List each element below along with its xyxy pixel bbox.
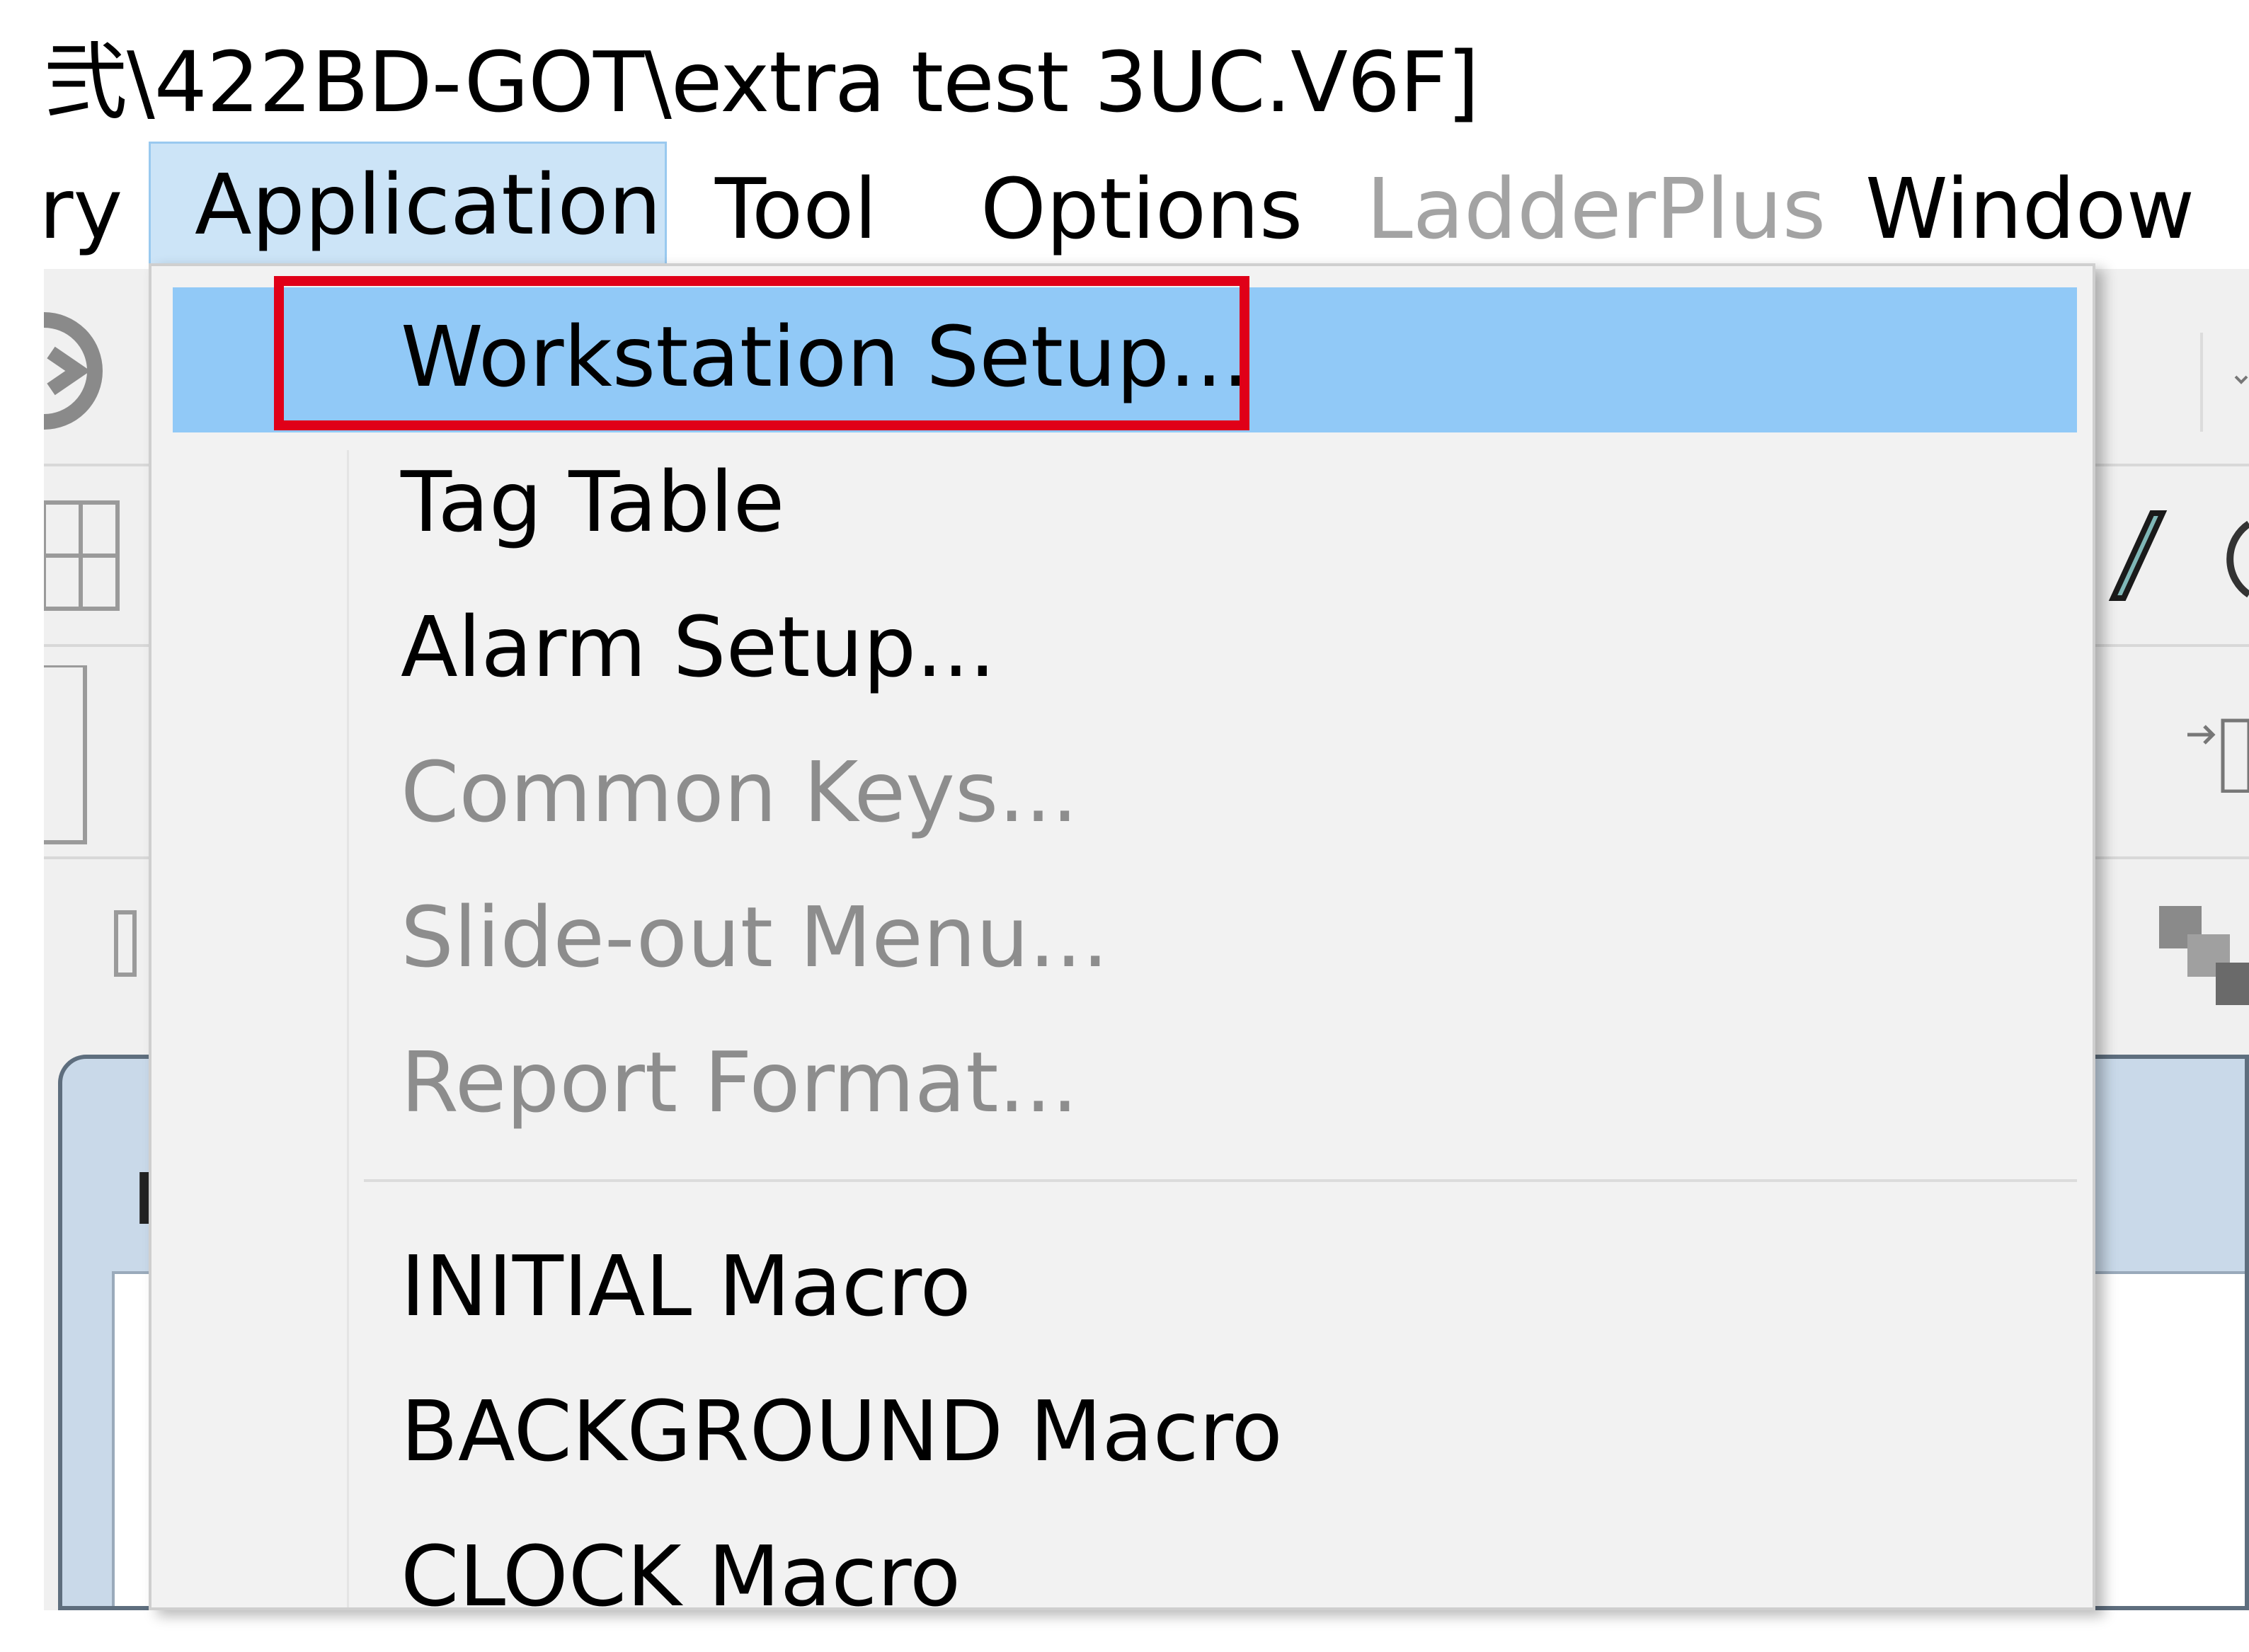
grid-icon[interactable] xyxy=(44,495,129,616)
menu-tool[interactable]: Tool xyxy=(715,156,877,262)
small-toolbar-icon[interactable] xyxy=(113,910,142,980)
menu-options[interactable]: Options xyxy=(980,156,1303,262)
menu-item-label: Report Format... xyxy=(401,1033,1079,1131)
menu-item-tag-table[interactable]: Tag Table xyxy=(173,432,2077,578)
toolbar-divider xyxy=(44,644,157,647)
menu-item-label: Common Keys... xyxy=(401,743,1078,841)
menu-item-clock-macro[interactable]: CLOCK Macro xyxy=(173,1507,2077,1652)
application-dropdown-menu: Workstation Setup... Tag Table Alarm Set… xyxy=(149,263,2095,1625)
menu-item-report-format[interactable]: Report Format... xyxy=(173,1013,2077,1158)
menu-item-slide-out-menu[interactable]: Slide-out Menu... xyxy=(173,868,2077,1013)
menu-separator xyxy=(364,1179,2077,1182)
menu-item-initial-macro[interactable]: INITIAL Macro xyxy=(173,1217,2077,1362)
annotation-highlight-box xyxy=(274,276,1249,430)
layers-icon[interactable] xyxy=(2152,899,2249,1012)
menu-history[interactable]: ry xyxy=(39,156,122,262)
ruler-icon[interactable] xyxy=(44,665,129,849)
menu-window[interactable]: Window xyxy=(1865,156,2194,262)
menu-item-label: Tag Table xyxy=(401,453,785,551)
toolbar-divider xyxy=(2095,464,2249,466)
menu-item-alarm-setup[interactable]: Alarm Setup... xyxy=(173,578,2077,723)
menu-ladderplus[interactable]: LadderPlus xyxy=(1366,156,1826,262)
parallelogram-icon[interactable] xyxy=(2085,495,2249,609)
arrow-right-icon[interactable] xyxy=(2187,708,2249,793)
menu-item-common-keys[interactable]: Common Keys... xyxy=(173,723,2077,868)
toolbar-divider xyxy=(2095,856,2249,859)
menu-item-label: CLOCK Macro xyxy=(401,1527,961,1625)
toolbar-divider xyxy=(2095,644,2249,647)
forward-arrow-icon[interactable] xyxy=(44,311,129,432)
menu-item-label: Slide-out Menu... xyxy=(401,888,1109,986)
menu-item-background-macro[interactable]: BACKGROUND Macro xyxy=(173,1362,2077,1507)
toolbar-divider xyxy=(44,856,157,859)
menu-application[interactable]: Application xyxy=(149,142,667,268)
menu-item-label: Alarm Setup... xyxy=(401,598,996,696)
toolbar-divider xyxy=(44,464,157,466)
dropdown-arrow-icon[interactable] xyxy=(2194,333,2249,432)
menu-item-label: INITIAL Macro xyxy=(401,1237,971,1335)
menu-bar: ry Application Tool Options LadderPlus W… xyxy=(0,142,2249,269)
window-title: 弐\422BD-GOT\extra test 3UC.V6F] xyxy=(44,33,1480,131)
menu-item-label: BACKGROUND Macro xyxy=(401,1382,1283,1480)
